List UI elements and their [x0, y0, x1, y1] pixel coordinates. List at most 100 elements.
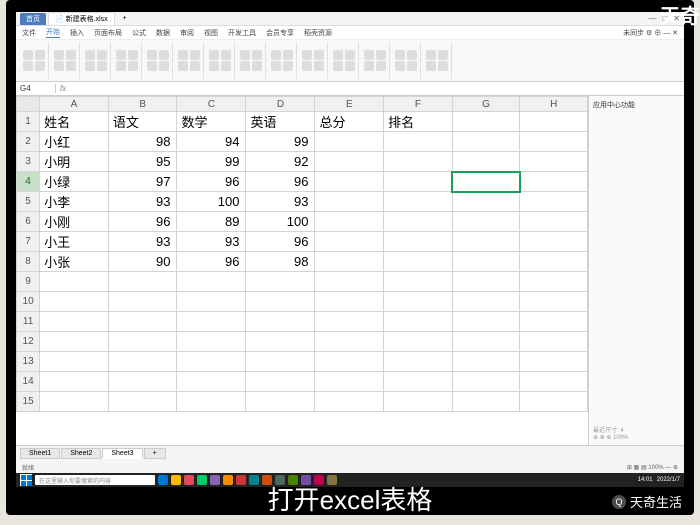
menu-5[interactable]: 数据	[156, 28, 170, 38]
sheet-tab-0[interactable]: Sheet1	[20, 448, 60, 459]
cell-G15[interactable]	[452, 392, 520, 412]
cell-G2[interactable]	[452, 132, 520, 152]
row-header-7[interactable]: 7	[17, 232, 40, 252]
cell-F10[interactable]	[384, 292, 453, 312]
system-tray[interactable]: 14:01 2022/1/7	[638, 477, 680, 483]
cell-E13[interactable]	[315, 352, 384, 372]
ribbon-icon[interactable]	[364, 50, 374, 60]
ribbon-icon[interactable]	[128, 50, 138, 60]
ribbon-icon[interactable]	[66, 61, 76, 71]
row-header-15[interactable]: 15	[17, 392, 40, 412]
ribbon-icon[interactable]	[116, 50, 126, 60]
menu-7[interactable]: 视图	[204, 28, 218, 38]
tab-document[interactable]: 📄 新建表格.xlsx	[48, 12, 115, 25]
cell-C8[interactable]: 96	[177, 252, 246, 272]
ribbon-icon[interactable]	[209, 61, 219, 71]
ribbon-icon[interactable]	[85, 61, 95, 71]
ribbon-icon[interactable]	[54, 50, 64, 60]
cell-F8[interactable]	[384, 252, 453, 272]
ribbon-icon[interactable]	[147, 61, 157, 71]
ribbon-icon[interactable]	[178, 50, 188, 60]
ribbon-icon[interactable]	[395, 61, 405, 71]
ribbon-icon[interactable]	[116, 61, 126, 71]
ribbon-icon[interactable]	[283, 50, 293, 60]
cell-B3[interactable]: 95	[108, 152, 177, 172]
taskbar-app-7[interactable]	[249, 475, 259, 485]
cell-D5[interactable]: 93	[246, 192, 315, 212]
ribbon-icon[interactable]	[190, 50, 200, 60]
row-header-3[interactable]: 3	[17, 152, 40, 172]
cell-D8[interactable]: 98	[246, 252, 315, 272]
sheet-tab-add[interactable]: +	[144, 448, 166, 459]
cell-D6[interactable]: 100	[246, 212, 315, 232]
ribbon-icon[interactable]	[128, 61, 138, 71]
ribbon-icon[interactable]	[345, 61, 355, 71]
menu-0[interactable]: 文件	[22, 28, 36, 38]
row-header-1[interactable]: 1	[17, 112, 40, 132]
col-header-E[interactable]: E	[315, 97, 384, 112]
menu-3[interactable]: 页面布局	[94, 28, 122, 38]
cell-E14[interactable]	[315, 372, 384, 392]
cell-B12[interactable]	[108, 332, 177, 352]
cell-H5[interactable]	[520, 192, 588, 212]
cell-D1[interactable]: 英语	[246, 112, 315, 132]
cell-D12[interactable]	[246, 332, 315, 352]
ribbon-icon[interactable]	[407, 50, 417, 60]
taskbar-app-1[interactable]	[171, 475, 181, 485]
cell-A13[interactable]	[40, 352, 109, 372]
cell-E3[interactable]	[315, 152, 384, 172]
taskbar-app-2[interactable]	[184, 475, 194, 485]
cell-H7[interactable]	[520, 232, 588, 252]
cell-D4[interactable]: 96	[246, 172, 315, 192]
ribbon-icon[interactable]	[302, 50, 312, 60]
cell-C5[interactable]: 100	[177, 192, 246, 212]
cell-F4[interactable]	[384, 172, 453, 192]
tab-home[interactable]: 首页	[20, 13, 46, 25]
cell-C11[interactable]	[177, 312, 246, 332]
cell-D11[interactable]	[246, 312, 315, 332]
cell-A15[interactable]	[40, 392, 109, 412]
cell-A12[interactable]	[40, 332, 109, 352]
cell-H8[interactable]	[520, 252, 588, 272]
ribbon-icon[interactable]	[35, 50, 45, 60]
cell-G8[interactable]	[452, 252, 520, 272]
ribbon-icon[interactable]	[271, 50, 281, 60]
cell-G10[interactable]	[452, 292, 520, 312]
cell-B6[interactable]: 96	[108, 212, 177, 232]
cell-E10[interactable]	[315, 292, 384, 312]
cell-G5[interactable]	[452, 192, 520, 212]
ribbon-icon[interactable]	[376, 50, 386, 60]
ribbon-icon[interactable]	[283, 61, 293, 71]
cell-B15[interactable]	[108, 392, 177, 412]
cell-E5[interactable]	[315, 192, 384, 212]
cell-F2[interactable]	[384, 132, 453, 152]
cell-H4[interactable]	[520, 172, 588, 192]
cell-F3[interactable]	[384, 152, 453, 172]
ribbon-icon[interactable]	[209, 50, 219, 60]
cell-F6[interactable]	[384, 212, 453, 232]
cell-D13[interactable]	[246, 352, 315, 372]
ribbon-icon[interactable]	[438, 50, 448, 60]
cell-G6[interactable]	[452, 212, 520, 232]
menu-8[interactable]: 开发工具	[228, 28, 256, 38]
taskbar-app-3[interactable]	[197, 475, 207, 485]
cell-C1[interactable]: 数学	[177, 112, 246, 132]
ribbon-icon[interactable]	[240, 61, 250, 71]
cell-H13[interactable]	[520, 352, 588, 372]
ribbon-icon[interactable]	[426, 61, 436, 71]
spreadsheet-grid[interactable]: ABCDEFGH1姓名语文数学英语总分排名2小红9894993小明9599924…	[16, 96, 588, 445]
ribbon-icon[interactable]	[221, 50, 231, 60]
ribbon-icon[interactable]	[333, 50, 343, 60]
cell-C2[interactable]: 94	[177, 132, 246, 152]
menu-right[interactable]: 未同步 ⚙ ⊕ — ✕	[623, 28, 678, 38]
taskbar-app-0[interactable]	[158, 475, 168, 485]
ribbon-icon[interactable]	[23, 50, 33, 60]
cell-A7[interactable]: 小王	[40, 232, 109, 252]
cell-H12[interactable]	[520, 332, 588, 352]
ribbon-icon[interactable]	[252, 50, 262, 60]
ribbon-icon[interactable]	[314, 50, 324, 60]
sheet-tab-1[interactable]: Sheet2	[61, 448, 101, 459]
row-header-2[interactable]: 2	[17, 132, 40, 152]
cell-B13[interactable]	[108, 352, 177, 372]
cell-B5[interactable]: 93	[108, 192, 177, 212]
